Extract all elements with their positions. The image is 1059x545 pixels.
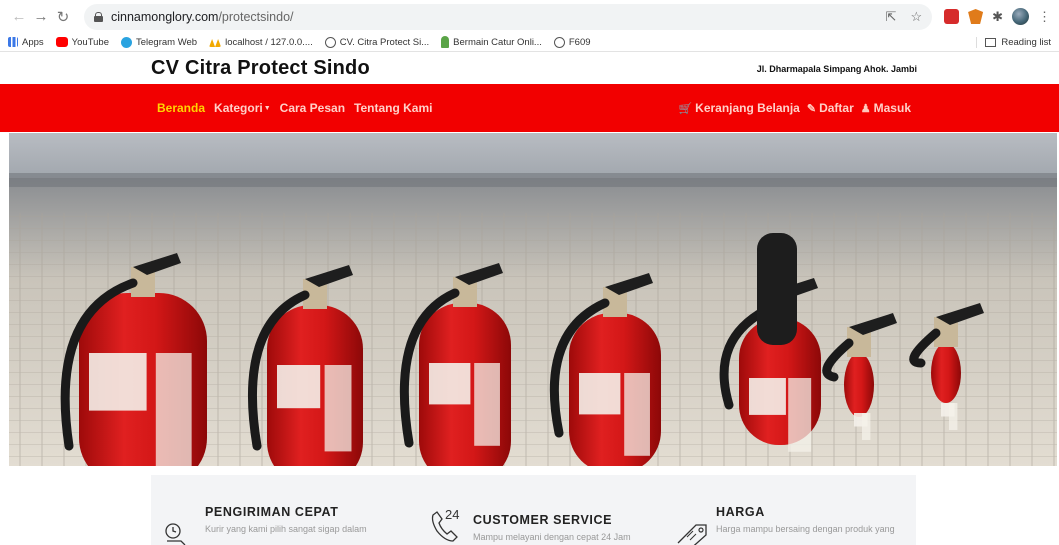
globe-icon <box>324 36 336 48</box>
phpmyadmin-icon <box>209 39 222 47</box>
chess-icon <box>441 36 450 48</box>
site-address: Jl. Dharmapala Simpang Ahok. Jambi <box>756 64 917 74</box>
price-tag-icon <box>677 524 707 545</box>
menu-kebab-icon[interactable]: ⋮ <box>1038 9 1051 25</box>
nav-cara-pesan[interactable]: Cara Pesan <box>280 101 345 115</box>
lock-icon <box>94 11 103 22</box>
extinguisher-label <box>155 353 192 466</box>
extinguisher-label <box>474 363 500 446</box>
user-icon: ♟ <box>860 102 871 115</box>
site-header: CV Citra Protect Sindo Jl. Dharmapala Si… <box>0 52 1059 84</box>
phone-24-label: 24 <box>445 507 459 522</box>
bookmark-localhost[interactable]: localhost / 127.0.0.... <box>209 37 313 48</box>
feature-title: HARGA <box>716 505 765 519</box>
extinguisher-label <box>429 363 471 405</box>
edit-icon: ✎ <box>806 102 817 115</box>
feature-desc: Kurir yang kami pilih sangat sigap dalam <box>205 524 367 534</box>
metamask-icon[interactable] <box>968 9 984 24</box>
reload-icon[interactable]: ↻ <box>52 8 74 26</box>
caret-down-icon: ▼ <box>263 105 271 112</box>
extinguisher-label <box>277 365 321 409</box>
reading-list-icon <box>985 37 997 47</box>
forward-arrow-icon[interactable]: → <box>30 8 52 25</box>
phone-24-icon: 24 <box>431 507 459 542</box>
extinguisher-label <box>788 378 812 452</box>
nav-daftar[interactable]: ✎ Daftar <box>807 101 854 115</box>
feature-title: CUSTOMER SERVICE <box>473 513 613 527</box>
delivery-icon <box>165 523 186 545</box>
bookmark-f609[interactable]: F609 <box>553 36 591 48</box>
apps-icon <box>8 37 18 47</box>
features-strip: PENGIRIMAN CEPAT Kurir yang kami pilih s… <box>151 475 916 545</box>
feature-harga: HARGA Harga mampu bersaing dengan produk… <box>716 505 895 534</box>
bookmark-chess[interactable]: Bermain Catur Onli... <box>441 36 542 48</box>
feature-desc: Harga mampu bersaing dengan produk yang <box>716 524 895 534</box>
youtube-icon <box>55 37 68 47</box>
feature-customer-service: CUSTOMER SERVICE Mampu melayani dengan c… <box>473 513 631 542</box>
extinguisher-body <box>844 353 874 417</box>
reading-list-button[interactable]: Reading list <box>976 36 1051 48</box>
extension-red-icon[interactable] <box>944 9 960 24</box>
fire-extinguishers-photo <box>9 133 1057 466</box>
extinguisher-label <box>624 373 650 456</box>
bookmarks-bar: Apps YouTube Telegram Web localhost / 12… <box>0 33 1059 52</box>
nav-beranda[interactable]: Beranda <box>157 101 205 115</box>
back-arrow-icon[interactable]: ← <box>8 8 30 25</box>
hero-banner <box>9 133 1057 466</box>
feature-pengiriman-cepat: PENGIRIMAN CEPAT Kurir yang kami pilih s… <box>205 505 367 534</box>
nav-tentang-kami[interactable]: Tentang Kami <box>354 101 432 115</box>
bookmark-telegram[interactable]: Telegram Web <box>121 36 197 48</box>
bookmark-apps[interactable]: Apps <box>8 37 44 48</box>
extinguisher-body <box>931 343 961 403</box>
extensions-puzzle-icon[interactable]: ✱ <box>992 9 1003 25</box>
site-brand[interactable]: CV Citra Protect Sindo <box>151 57 370 80</box>
cart-icon: 🛒 <box>678 102 693 115</box>
browser-toolbar: ← → ↻ cinnamonglory.com/protectsindo/ ⇱ … <box>0 0 1059 33</box>
extinguisher-label <box>324 365 352 452</box>
extinguisher-cutaway <box>757 233 797 345</box>
telegram-icon <box>121 36 132 48</box>
url-path: /protectsindo/ <box>218 9 294 24</box>
share-icon[interactable]: ⇱ <box>886 9 897 25</box>
bookmark-youtube[interactable]: YouTube <box>55 37 109 48</box>
feature-desc: Mampu melayani dengan cepat 24 Jam <box>473 532 631 542</box>
globe-icon <box>553 36 565 48</box>
nav-keranjang-belanja[interactable]: 🛒 Keranjang Belanja <box>678 101 799 115</box>
url-domain: cinnamonglory.com <box>111 9 219 24</box>
extinguisher-label <box>89 353 147 411</box>
bookmark-citra-protect[interactable]: CV. Citra Protect Si... <box>324 36 429 48</box>
address-bar[interactable]: cinnamonglory.com/protectsindo/ ⇱ ☆ <box>84 3 933 30</box>
extinguisher-label <box>862 413 871 440</box>
nav-kategori[interactable]: Kategori▼ <box>214 101 271 115</box>
extinguisher-label <box>749 378 786 415</box>
nav-masuk[interactable]: ♟ Masuk <box>861 101 911 115</box>
extinguisher-label <box>949 403 958 430</box>
star-icon[interactable]: ☆ <box>910 9 922 25</box>
extinguisher-label <box>579 373 621 415</box>
feature-title: PENGIRIMAN CEPAT <box>205 505 339 519</box>
profile-avatar[interactable] <box>1012 8 1029 25</box>
main-navbar: Beranda Kategori▼ Cara Pesan Tentang Kam… <box>0 84 1059 132</box>
